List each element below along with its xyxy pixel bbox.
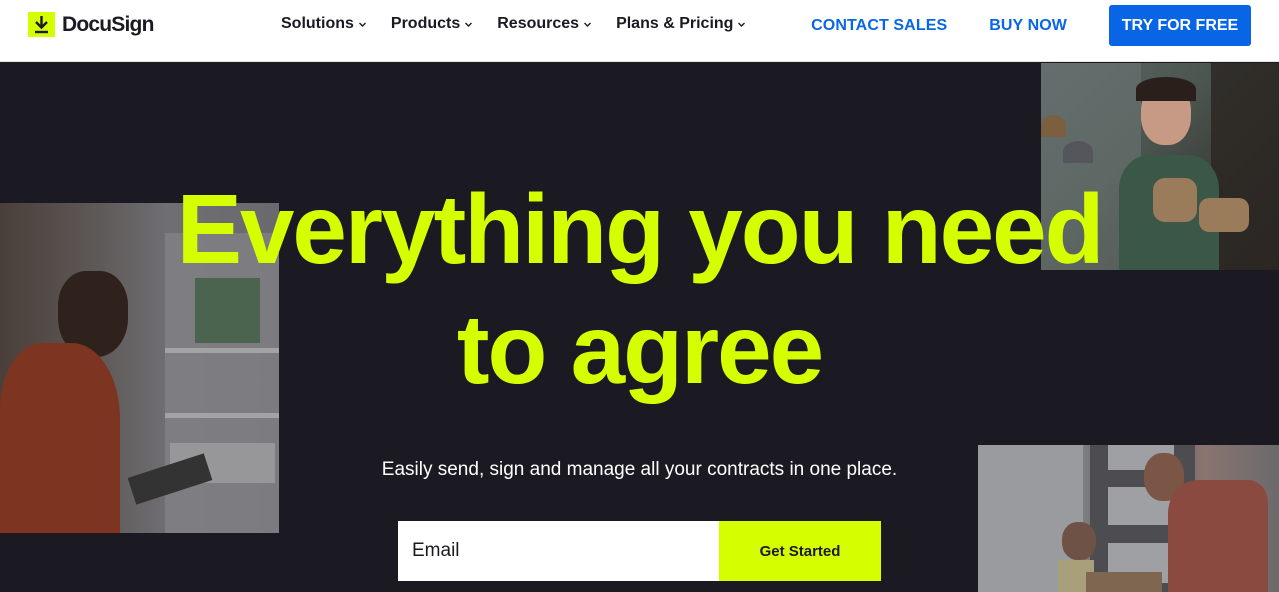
logo-text: DocuSign	[62, 12, 154, 36]
chevron-down-icon	[738, 22, 746, 27]
nav-products[interactable]: Products	[391, 14, 473, 34]
chevron-down-icon	[465, 22, 473, 27]
nav-label: Products	[390, 15, 461, 32]
hero-section: Everything you need to agree Easily send…	[0, 63, 1279, 592]
nav-solutions[interactable]: Solutions	[281, 14, 367, 34]
site-header: DocuSign Solutions Products Resources Pl…	[0, 0, 1279, 62]
hero-subtitle: Easily send, sign and manage all your co…	[381, 459, 898, 480]
try-for-free-button[interactable]: TRY FOR FREE	[1109, 5, 1251, 46]
download-icon	[28, 12, 55, 37]
headline-line-1: Everything you need	[176, 174, 1105, 284]
header-actions: CONTACT SALES BUY NOW TRY FOR FREE	[811, 5, 1251, 46]
headline-line-2: to agree	[456, 294, 824, 404]
nav-label: Plans & Pricing	[616, 15, 734, 32]
nav-resources[interactable]: Resources	[497, 14, 592, 34]
buy-now-link[interactable]: BUY NOW	[989, 17, 1067, 35]
chevron-down-icon	[584, 22, 592, 27]
main-nav: Solutions Products Resources Plans & Pri…	[281, 14, 770, 34]
contact-sales-link[interactable]: CONTACT SALES	[811, 17, 947, 35]
chevron-down-icon	[358, 22, 366, 27]
nav-label: Resources	[497, 15, 580, 32]
get-started-button[interactable]: Get Started	[719, 521, 881, 581]
signup-form: Get Started	[398, 521, 881, 581]
nav-label: Solutions	[281, 15, 354, 32]
hero-headline: Everything you need to agree	[0, 169, 1279, 409]
nav-plans-pricing[interactable]: Plans & Pricing	[616, 14, 746, 34]
email-input[interactable]	[398, 521, 719, 581]
docusign-logo[interactable]: DocuSign	[28, 12, 154, 37]
